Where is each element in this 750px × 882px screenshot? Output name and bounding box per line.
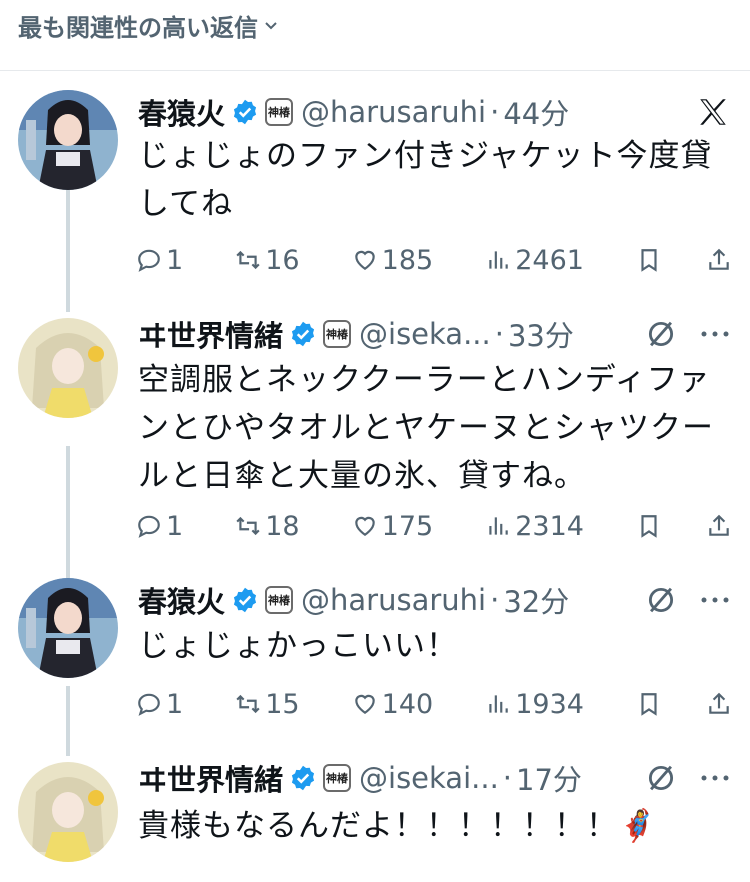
- retweet-count: 18: [265, 510, 300, 542]
- retweet-icon: [236, 694, 260, 714]
- chevron-down-icon: [265, 21, 277, 29]
- more-options-icon[interactable]: [700, 330, 730, 338]
- reply-count: 1: [166, 244, 184, 276]
- tweet[interactable]: ヰ世界情緒 神椿 @isekai... · 17分 貴様もなるんだよ！！！！！！…: [0, 756, 750, 876]
- reply-button[interactable]: 1: [136, 689, 183, 720]
- affiliate-badge[interactable]: 神椿: [265, 98, 294, 126]
- tweet[interactable]: 春猿火 神椿 @harusaruhi · 44分 じょじょのファン付きジャケット…: [0, 90, 750, 300]
- reply-count: 1: [166, 688, 184, 720]
- separator-dot: ·: [502, 761, 513, 795]
- views-icon: [489, 251, 508, 269]
- bookmark-icon[interactable]: [636, 513, 662, 539]
- user-handle[interactable]: @isekai...: [359, 761, 499, 795]
- timestamp[interactable]: 44分: [503, 91, 569, 133]
- verified-badge-icon: [291, 321, 315, 347]
- retweet-button[interactable]: 15: [235, 688, 300, 720]
- tweet-text: じょじょのファン付きジャケット今度貸してね: [138, 138, 713, 222]
- header-divider: [0, 70, 750, 71]
- tweet-text: 空調服とネッククーラーとハンディファンとひやタオルとヤケーヌとシャツクールと日傘…: [138, 362, 714, 494]
- retweet-button[interactable]: 18: [235, 510, 300, 542]
- reply-icon: [138, 693, 160, 716]
- views-count: 2314: [515, 510, 584, 542]
- bookmark-icon[interactable]: [636, 691, 662, 717]
- separator-dot: ·: [494, 317, 504, 351]
- x-logo-icon: [700, 99, 726, 125]
- reply-icon: [138, 249, 160, 272]
- avatar[interactable]: [18, 90, 118, 190]
- avatar[interactable]: [18, 318, 118, 418]
- more-options-icon[interactable]: [700, 596, 730, 604]
- views-icon: [489, 695, 508, 713]
- separator-dot: ·: [490, 583, 500, 617]
- verified-badge-icon: [291, 765, 315, 791]
- heart-icon: [354, 694, 375, 714]
- display-name[interactable]: 春猿火: [138, 91, 225, 133]
- like-button[interactable]: 175: [352, 510, 434, 542]
- reply-button[interactable]: 1: [136, 511, 183, 542]
- timestamp[interactable]: 33分: [508, 313, 574, 355]
- grok-icon[interactable]: [644, 583, 678, 617]
- retweet-count: 15: [265, 688, 300, 720]
- like-button[interactable]: 140: [352, 688, 434, 720]
- tweet-text: じょじょかっこいい！: [138, 628, 458, 664]
- timestamp[interactable]: 32分: [503, 579, 569, 621]
- like-count: 175: [381, 510, 434, 542]
- display-name[interactable]: ヰ世界情緒: [138, 313, 283, 355]
- share-icon[interactable]: [706, 247, 732, 273]
- retweet-icon: [236, 516, 260, 536]
- reply-icon: [138, 515, 160, 538]
- separator-dot: ·: [490, 95, 500, 129]
- heart-icon: [354, 516, 375, 536]
- bookmark-icon[interactable]: [636, 247, 662, 273]
- timestamp[interactable]: 17分: [516, 757, 582, 799]
- grok-icon[interactable]: [644, 317, 678, 351]
- like-button[interactable]: 185: [352, 244, 434, 276]
- display-name[interactable]: ヰ世界情緒: [138, 757, 283, 799]
- avatar[interactable]: [18, 762, 118, 862]
- like-count: 140: [381, 688, 434, 720]
- avatar[interactable]: [18, 578, 118, 678]
- affiliate-badge[interactable]: 神椿: [323, 764, 352, 792]
- reply-sort-dropdown[interactable]: 最も関連性の高い返信: [18, 8, 278, 43]
- verified-badge-icon: [233, 587, 257, 613]
- share-icon[interactable]: [706, 513, 732, 539]
- views-button[interactable]: 2461: [485, 245, 584, 276]
- user-handle[interactable]: @harusaruhi: [301, 95, 486, 129]
- tweet[interactable]: ヰ世界情緒 神椿 @iseka... · 33分 空調服とネッククーラーとハンデ…: [0, 312, 750, 574]
- views-icon: [489, 517, 508, 535]
- user-handle[interactable]: @harusaruhi: [301, 583, 486, 617]
- more-options-icon[interactable]: [700, 774, 730, 782]
- views-button[interactable]: 2314: [485, 511, 584, 542]
- user-handle[interactable]: @iseka...: [359, 317, 491, 351]
- tweet-text: 貴様もなるんだよ！！！！！！！🦸‍♀️: [138, 808, 658, 844]
- tweet-actions: 1 15 140 1934: [136, 684, 732, 724]
- affiliate-badge[interactable]: 神椿: [265, 586, 294, 614]
- views-count: 1934: [515, 688, 584, 720]
- retweet-button[interactable]: 16: [235, 244, 300, 276]
- display-name[interactable]: 春猿火: [138, 579, 225, 621]
- retweet-count: 16: [265, 244, 300, 276]
- retweet-icon: [236, 250, 260, 270]
- like-count: 185: [381, 244, 434, 276]
- verified-badge-icon: [233, 99, 257, 125]
- tweet-actions: 1 18 175 2314: [136, 506, 732, 546]
- views-button[interactable]: 1934: [485, 689, 584, 720]
- grok-icon[interactable]: [644, 761, 678, 795]
- reply-count: 1: [166, 510, 184, 542]
- share-icon[interactable]: [706, 691, 732, 717]
- views-count: 2461: [515, 244, 584, 276]
- sort-label: 最も関連性の高い返信: [18, 14, 258, 42]
- affiliate-badge[interactable]: 神椿: [323, 320, 352, 348]
- tweet[interactable]: 春猿火 神椿 @harusaruhi · 32分 じょじょかっこいい！ 1 15…: [0, 578, 750, 738]
- heart-icon: [354, 250, 375, 270]
- tweet-actions: 1 16 185 2461: [136, 240, 732, 280]
- reply-button[interactable]: 1: [136, 245, 183, 276]
